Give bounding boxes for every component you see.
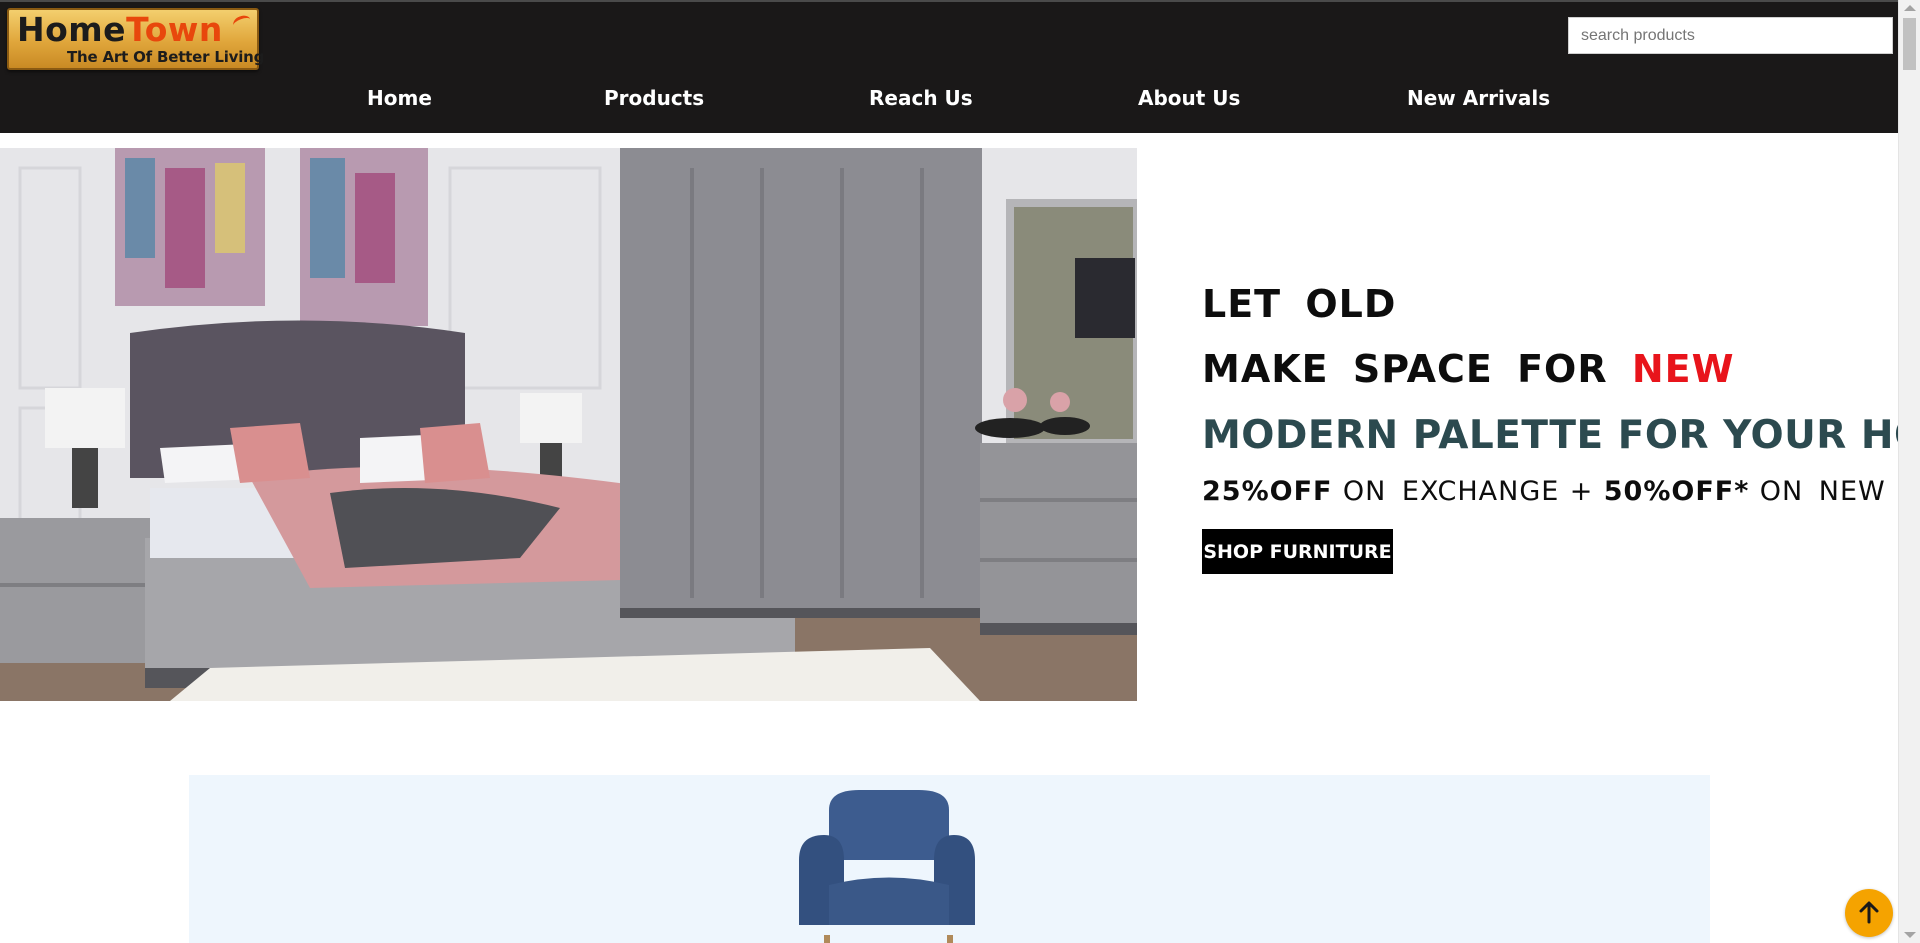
armchair-image [799, 790, 975, 943]
hero-line-2: MAKE SPACE FOR NEW [1202, 347, 1735, 391]
nav-reach-us[interactable]: Reach Us [869, 86, 973, 110]
shop-furniture-button[interactable]: SHOP FURNITURE [1202, 529, 1393, 574]
offer-new-value: 50%OFF* [1603, 476, 1750, 507]
offer-exchange-value: 25%OFF [1202, 476, 1333, 507]
logo-wordmark: HomeTown [17, 10, 223, 49]
hero-offer: 25%OFF ON EXCHANGE + 50%OFF* ON NEW [1202, 476, 1886, 507]
hero-highlight-new: NEW [1631, 347, 1735, 391]
nav-about-us[interactable]: About Us [1138, 86, 1240, 110]
promo-banner [189, 775, 1710, 943]
offer-plus: + [1569, 476, 1594, 507]
offer-new-text: ON NEW [1759, 476, 1886, 507]
nav-new-arrivals[interactable]: New Arrivals [1407, 86, 1550, 110]
header: HomeTown The Art Of Better Living Home P… [0, 0, 1898, 133]
hero-line-3: MODERN PALETTE FOR YOUR HOME. [1202, 413, 1920, 458]
scroll-up-arrow-icon[interactable] [1904, 5, 1916, 11]
page-scrollbar[interactable] [1898, 0, 1920, 943]
nav-products[interactable]: Products [604, 86, 704, 110]
scroll-down-arrow-icon[interactable] [1904, 932, 1916, 938]
nav-home[interactable]: Home [367, 86, 432, 110]
logo-swoosh [231, 13, 253, 32]
scrollbar-thumb[interactable] [1903, 18, 1916, 70]
back-to-top-button[interactable] [1845, 889, 1893, 937]
arrow-up-icon [1859, 901, 1879, 924]
search-input[interactable] [1568, 17, 1893, 54]
hero-line-1: LET OLD [1202, 282, 1397, 326]
offer-exchange-text: ON EXCHANGE [1342, 476, 1560, 507]
logo-tagline: The Art Of Better Living [67, 48, 265, 66]
hometown-logo[interactable]: HomeTown The Art Of Better Living [7, 8, 264, 70]
hero-bedroom-image [0, 148, 1137, 701]
